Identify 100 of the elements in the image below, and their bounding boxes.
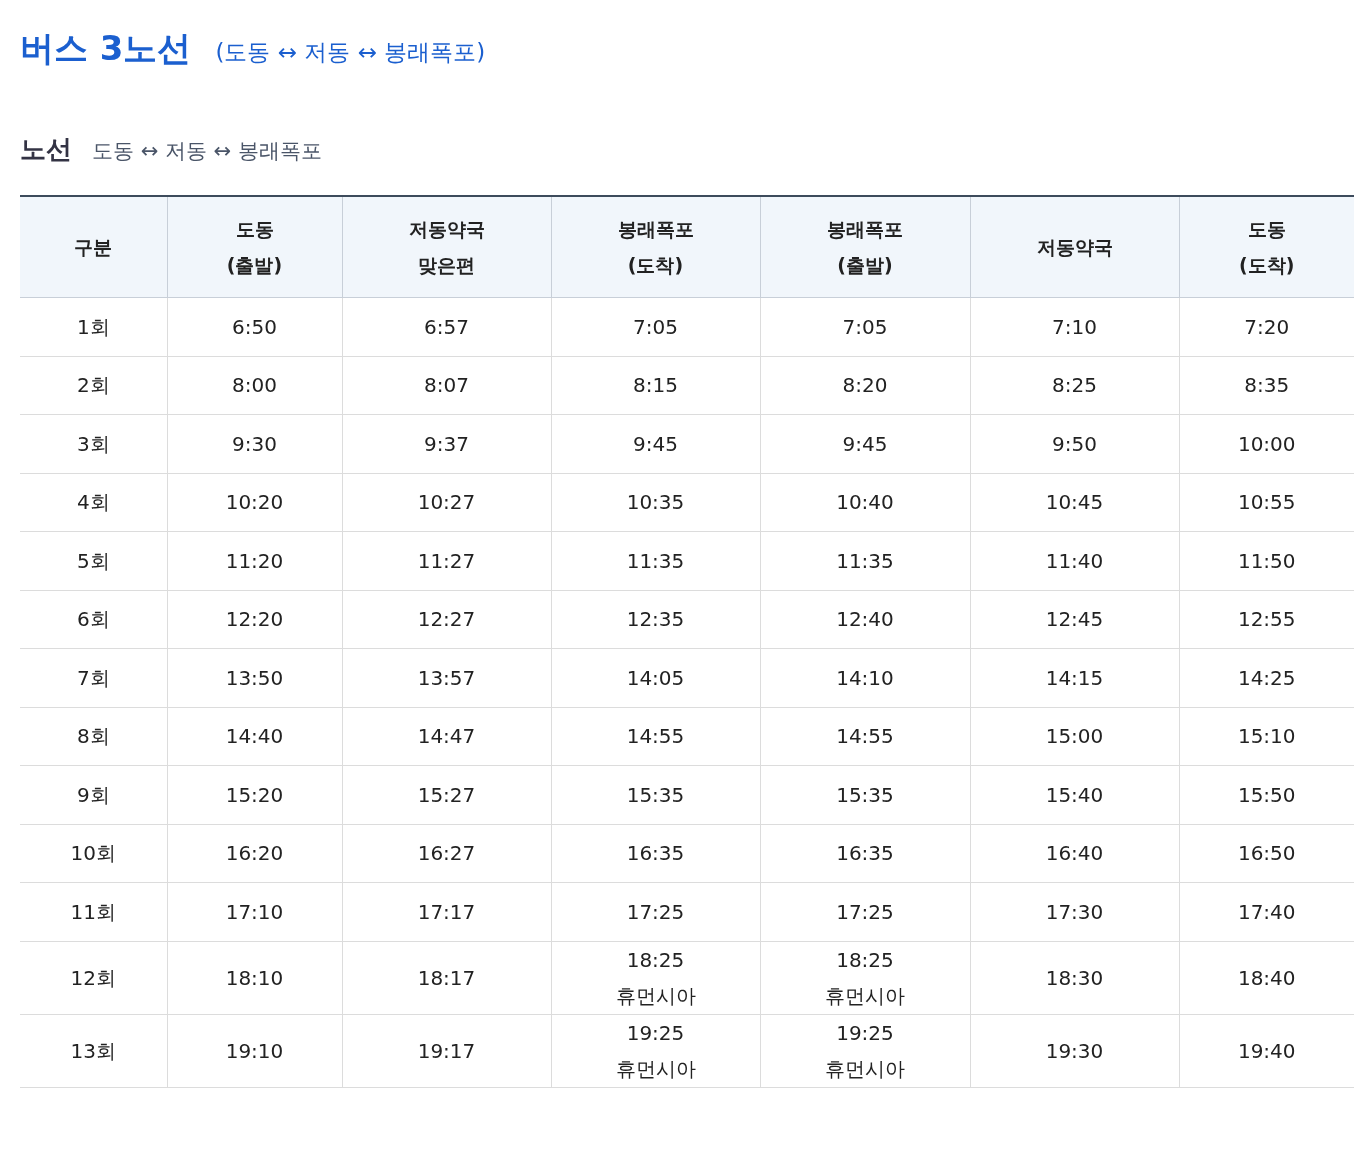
table-cell: 12:20 [167, 590, 342, 649]
table-cell: 11:20 [167, 531, 342, 590]
route-text: 도동 ↔ 저동 ↔ 봉래폭포 [92, 138, 322, 165]
table-cell: 19:17 [342, 1014, 551, 1087]
table-cell: 4회 [20, 473, 167, 532]
table-cell: 15:35 [551, 765, 760, 824]
table-cell: 14:55 [760, 707, 970, 766]
table-cell: 7:05 [551, 297, 760, 356]
table-cell: 16:50 [1179, 824, 1354, 883]
table-cell: 10:45 [970, 473, 1179, 532]
table-cell: 8:35 [1179, 356, 1354, 415]
table-cell: 19:30 [970, 1014, 1179, 1087]
table-cell: 19:40 [1179, 1014, 1354, 1087]
table-cell: 17:25 [551, 882, 760, 941]
table-cell: 8:15 [551, 356, 760, 415]
table-cell: 18:40 [1179, 941, 1354, 1014]
table-cell: 1회 [20, 297, 167, 356]
table-cell: 19:10 [167, 1014, 342, 1087]
table-cell: 18:30 [970, 941, 1179, 1014]
table-cell: 9:30 [167, 414, 342, 473]
table-cell: 11:40 [970, 531, 1179, 590]
column-header: 저동약국 맞은편 [342, 196, 551, 298]
table-cell: 8:00 [167, 356, 342, 415]
table-cell: 12:55 [1179, 590, 1354, 649]
table-cell: 11:50 [1179, 531, 1354, 590]
section-heading: 노선 [20, 133, 72, 166]
table-cell: 10:35 [551, 473, 760, 532]
table-cell: 11:27 [342, 531, 551, 590]
table-cell: 10:27 [342, 473, 551, 532]
table-cell: 13회 [20, 1014, 167, 1087]
page-title: 버스 3노선 [20, 27, 192, 70]
table-cell: 10회 [20, 824, 167, 883]
table-cell: 6회 [20, 590, 167, 649]
table-cell: 14:15 [970, 648, 1179, 707]
table-cell: 10:40 [760, 473, 970, 532]
table-cell: 19:25 휴먼시아 [551, 1014, 760, 1087]
column-header: 봉래폭포 (도착) [551, 196, 760, 298]
table-cell: 14:10 [760, 648, 970, 707]
table-cell: 14:40 [167, 707, 342, 766]
table-cell: 7:20 [1179, 297, 1354, 356]
table-cell: 2회 [20, 356, 167, 415]
table-cell: 9:50 [970, 414, 1179, 473]
table-cell: 10:55 [1179, 473, 1354, 532]
table-cell: 12:40 [760, 590, 970, 649]
table-cell: 13:50 [167, 648, 342, 707]
column-header: 저동약국 [970, 196, 1179, 298]
table-cell: 17:25 [760, 882, 970, 941]
table-cell: 12:27 [342, 590, 551, 649]
table-cell: 11:35 [760, 531, 970, 590]
table-cell: 6:50 [167, 297, 342, 356]
table-cell: 18:10 [167, 941, 342, 1014]
table-cell: 5회 [20, 531, 167, 590]
table-cell: 18:17 [342, 941, 551, 1014]
table-cell: 12:45 [970, 590, 1179, 649]
table-cell: 16:40 [970, 824, 1179, 883]
table-cell: 12:35 [551, 590, 760, 649]
table-cell: 18:25 휴먼시아 [551, 941, 760, 1014]
route-subtitle: (도동 ↔ 저동 ↔ 봉래폭포) [215, 38, 486, 67]
table-cell: 10:20 [167, 473, 342, 532]
column-header: 도동 (도착) [1179, 196, 1354, 298]
table-cell: 3회 [20, 414, 167, 473]
table-cell: 16:20 [167, 824, 342, 883]
table-cell: 8:07 [342, 356, 551, 415]
column-header: 구분 [20, 196, 167, 298]
table-cell: 9회 [20, 765, 167, 824]
table-cell: 11:35 [551, 531, 760, 590]
table-cell: 15:35 [760, 765, 970, 824]
table-cell: 14:05 [551, 648, 760, 707]
table-cell: 15:20 [167, 765, 342, 824]
table-cell: 14:55 [551, 707, 760, 766]
column-header: 도동 (출발) [167, 196, 342, 298]
table-cell: 7회 [20, 648, 167, 707]
table-cell: 6:57 [342, 297, 551, 356]
table-cell: 15:27 [342, 765, 551, 824]
table-cell: 10:00 [1179, 414, 1354, 473]
table-cell: 9:45 [760, 414, 970, 473]
column-header: 봉래폭포 (출발) [760, 196, 970, 298]
table-cell: 14:25 [1179, 648, 1354, 707]
table-cell: 9:37 [342, 414, 551, 473]
table-cell: 14:47 [342, 707, 551, 766]
table-cell: 17:40 [1179, 882, 1354, 941]
table-cell: 17:10 [167, 882, 342, 941]
table-cell: 11회 [20, 882, 167, 941]
table-cell: 18:25 휴먼시아 [760, 941, 970, 1014]
table-cell: 8회 [20, 707, 167, 766]
table-cell: 15:50 [1179, 765, 1354, 824]
table-cell: 8:25 [970, 356, 1179, 415]
table-cell: 12회 [20, 941, 167, 1014]
table-cell: 9:45 [551, 414, 760, 473]
table-cell: 16:35 [760, 824, 970, 883]
table-cell: 19:25 휴먼시아 [760, 1014, 970, 1087]
table-cell: 13:57 [342, 648, 551, 707]
table-cell: 17:30 [970, 882, 1179, 941]
table-cell: 17:17 [342, 882, 551, 941]
table-cell: 16:27 [342, 824, 551, 883]
table-cell: 8:20 [760, 356, 970, 415]
table-cell: 15:00 [970, 707, 1179, 766]
table-cell: 7:10 [970, 297, 1179, 356]
table-cell: 16:35 [551, 824, 760, 883]
table-cell: 15:10 [1179, 707, 1354, 766]
